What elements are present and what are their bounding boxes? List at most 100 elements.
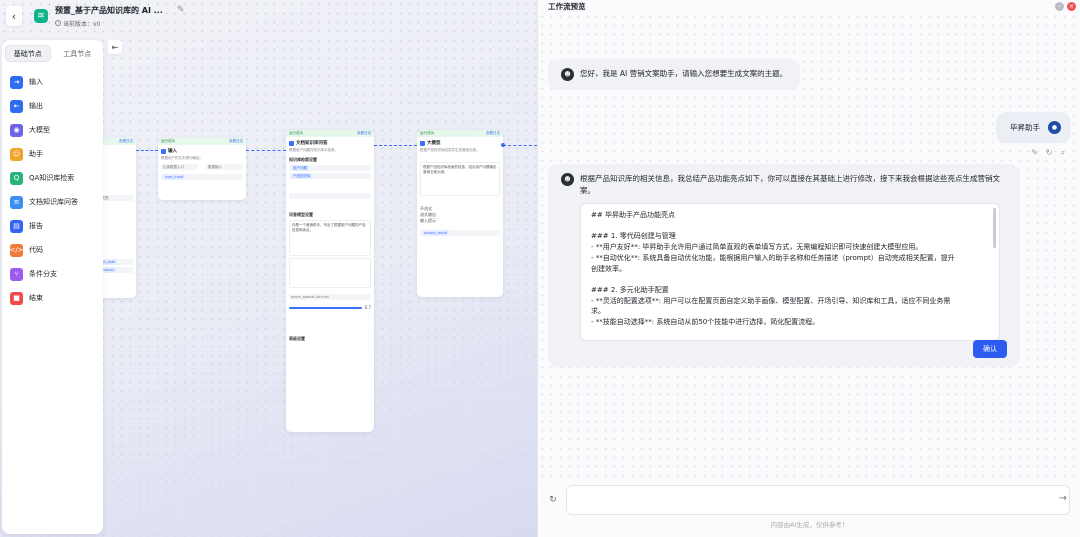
node-item-label: 大模型	[29, 126, 50, 134]
minimize-icon[interactable]: –	[1055, 1, 1064, 11]
node-item[interactable]: ▤ 报告	[5, 214, 100, 238]
node-item[interactable]: ⇤ 输出	[5, 94, 100, 118]
query-field[interactable]: 用户问题	[289, 165, 371, 171]
node-list: ⇥ 输入 ⇤ 输出 ◉ 大模型 ☺ 助手 Q QA知识库检索 ≡ 文档知识库问答 ▤ 报告 </> 代码 ⑂ 条件…	[5, 70, 100, 310]
output-port[interactable]	[501, 143, 505, 147]
code-icon: </>	[9, 243, 24, 257]
workflow-canvas[interactable]: ‹ ≋ 预置_基于产品知识库的 AI ... ✎ 当前版本：v0 查看日志 请输…	[0, 0, 537, 537]
search-icon[interactable]: ⌕	[1061, 148, 1065, 158]
node-status: 运行成功	[161, 139, 175, 143]
ai-disclaimer: 内容由AI生成，仅供参考！	[770, 521, 849, 529]
prompt-text[interactable]: 根据产品知识库检索的信息，结合用户问题输出营销文案大纲。	[420, 162, 500, 196]
tab-tool-nodes[interactable]: 工具节点	[55, 45, 100, 62]
chat-area: ☻ 您好，我是 AI 营销文案助手，请输入您想要生成文案的主题。 毕昇助手 ● …	[538, 12, 1080, 482]
node-variable: output_result	[420, 230, 500, 236]
user-message-text: 毕昇助手	[1010, 122, 1040, 132]
doc-qa-icon: ≡	[10, 195, 23, 209]
node-description: 根据产品知识库回答并生成营销文案。	[420, 148, 480, 152]
output-icon: ⇤	[10, 99, 23, 113]
assistant-icon: ☺	[10, 147, 23, 161]
editable-result-box[interactable]: ## 毕昇助手产品功能亮点 ### 1. 零代码创建与管理 - **用户友好**:…	[580, 203, 1000, 341]
node-field[interactable]: 比读数据入口	[161, 164, 198, 170]
app-logo-icon: ≋	[34, 9, 48, 23]
node-item-label: 输入	[29, 78, 43, 86]
version-badge: 当前版本：v0	[55, 19, 184, 28]
node-item[interactable]: ◉ 大模型	[5, 118, 100, 142]
node-panel: 基础节点 工具节点 ⇥ 输入 ⇤ 输出 ◉ 大模型 ☺ 助手 Q QA知识库检索 ≡ 文档知识库问答 ▤…	[2, 40, 103, 534]
workflow-node-input[interactable]: 运行成功 查看日志 输入 根据用户的文本提问输出。 比读数据入口 数据输入 use…	[158, 138, 246, 200]
section-title: 问答模型设置	[289, 212, 313, 217]
node-item[interactable]: ☺ 助手	[5, 142, 100, 166]
tab-basic-nodes[interactable]: 基础节点	[5, 45, 51, 62]
node-title: 大模型	[427, 141, 441, 146]
node-status: 运行成功	[420, 131, 434, 135]
node-item[interactable]: ⑂ 条件分支	[5, 262, 100, 286]
node-field[interactable]	[289, 193, 371, 199]
node-description: 根据用户问题在知识库中检索。	[289, 148, 338, 152]
temperature-slider[interactable]	[289, 306, 362, 309]
node-item[interactable]: </> 代码	[5, 238, 100, 262]
view-log-link[interactable]: 查看日志	[229, 139, 243, 144]
view-log-link[interactable]: 查看日志	[486, 131, 500, 136]
view-log-link[interactable]: 查看日志	[357, 131, 371, 136]
back-button[interactable]: ‹	[6, 6, 22, 26]
chat-input[interactable]	[566, 485, 1070, 515]
chevron-left-icon: ‹	[11, 9, 17, 23]
workflow-node-doc-qa[interactable]: 运行成功 查看日志 文档知识库问答 根据用户问题在知识库中检索。 知识库检索设置 …	[286, 130, 374, 432]
node-item[interactable]: Q QA知识库检索	[5, 166, 100, 190]
collapse-panel-button[interactable]: ⇤	[108, 40, 122, 54]
advanced-settings[interactable]: 高级设置	[286, 333, 374, 342]
workflow-node-llm[interactable]: 运行成功 查看日志 大模型 根据产品知识库回答并生成营销文案。 根据产品知识库检索…	[417, 130, 503, 297]
knowledge-field[interactable]: 产品知识库	[289, 173, 371, 179]
node-item[interactable]: ≡ 文档知识库问答	[5, 190, 100, 214]
view-log-link[interactable]: 查看日志	[119, 139, 133, 144]
input-icon: ⇥	[10, 75, 23, 89]
llm-node-icon	[420, 140, 425, 146]
edge-connector	[246, 150, 286, 151]
radio-option[interactable]: 输入提示	[420, 218, 500, 224]
node-item[interactable]: ⇥ 输入	[5, 70, 100, 94]
qa-search-icon: Q	[10, 171, 23, 185]
node-item[interactable]: ■ 结束	[5, 286, 100, 310]
confirm-button[interactable]: 确认	[973, 340, 1007, 358]
preview-title: 工作流预览	[548, 1, 586, 11]
reset-chat-icon[interactable]: ↻	[546, 493, 560, 507]
app-title: 预置_基于产品知识库的 AI ...	[55, 5, 163, 15]
node-item-label: 代码	[29, 246, 43, 254]
user-message: 毕昇助手 ●	[996, 112, 1071, 143]
send-icon[interactable]: →	[1059, 493, 1067, 504]
edge-connector	[136, 150, 158, 151]
refresh-icon[interactable]: ↻	[1046, 148, 1053, 158]
node-item-label: 结束	[29, 294, 43, 302]
bot-reply-intro: 根据产品知识库的相关信息，我总结产品功能亮点如下，你可以直接在其基础上进行修改，…	[580, 174, 1000, 195]
editor-line: ### 2. 多元化助手配置	[591, 285, 669, 294]
branch-icon: ⑂	[10, 267, 23, 281]
node-item-label: QA知识库检索	[29, 174, 75, 182]
workflow-preview-panel: 工作流预览 – × ☻ 您好，我是 AI 营销文案助手，请输入您想要生成文案的主…	[537, 0, 1080, 537]
preview-header: 工作流预览 – ×	[538, 0, 1080, 12]
title-block: 预置_基于产品知识库的 AI ... ✎ 当前版本：v0	[55, 5, 184, 28]
node-panel-tabs: 基础节点 工具节点	[5, 45, 100, 62]
pencil-icon[interactable]: ✎	[177, 5, 185, 15]
version-text: 当前版本：v0	[63, 20, 101, 28]
node-description: 根据用户的文本提问输出。	[161, 156, 203, 160]
user-prompt-text[interactable]	[289, 258, 371, 288]
section-title: 知识库检索设置	[289, 157, 317, 162]
scrollbar[interactable]	[993, 208, 996, 248]
node-item-label: 文档知识库问答	[29, 198, 78, 206]
input-node-icon	[161, 148, 166, 154]
bot-greeting-text: 您好，我是 AI 营销文案助手，请输入您想要生成文案的主题。	[580, 69, 788, 78]
editor-line: 创建效率。	[591, 264, 626, 273]
editor-line: 求。	[591, 307, 605, 316]
node-field[interactable]: 数据输入	[206, 164, 243, 170]
editor-line: - **用户友好**: 毕昇助手允许用户通过简单直观的表单填写方式，无需编程知识…	[591, 243, 923, 252]
edit-icon[interactable]: ✎	[1031, 148, 1038, 158]
model-select[interactable]: azure_openai-4o-mini	[289, 294, 371, 300]
temperature-value: 0.7	[364, 305, 371, 310]
close-icon[interactable]: ×	[1067, 1, 1076, 11]
check-circle-icon	[55, 20, 61, 26]
prompt-text[interactable]: 你是一个营销助手，写出了根据用户问题的产品信息和卖点。	[289, 220, 371, 256]
node-status: 运行成功	[289, 131, 303, 135]
